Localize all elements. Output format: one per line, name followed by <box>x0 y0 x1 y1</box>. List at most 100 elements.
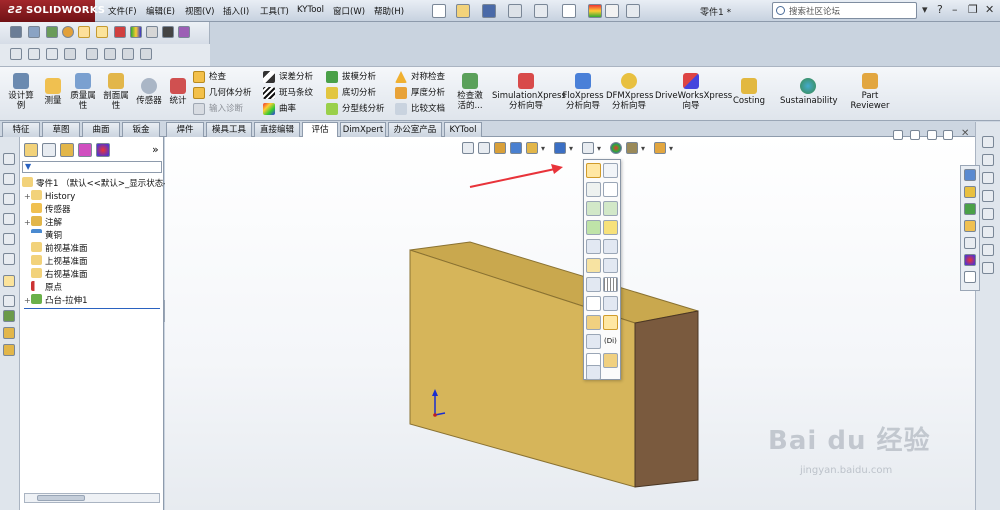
circle-flyout-icon[interactable] <box>603 315 618 330</box>
new-document-icon[interactable] <box>432 4 446 18</box>
tab-evaluate[interactable]: 评估 <box>302 122 338 138</box>
spline-icon[interactable] <box>982 172 994 184</box>
sphere-icon[interactable] <box>62 26 74 38</box>
sketch-relations-icon[interactable] <box>28 26 40 38</box>
relations-icon[interactable] <box>46 26 58 38</box>
solidworks-logo[interactable]: ƧƧ SOLIDWORKS <box>0 0 105 22</box>
print-icon[interactable] <box>508 4 522 18</box>
feature-tree-tab-icon[interactable] <box>24 143 38 157</box>
parting-line-analysis-button[interactable]: 分型线分析 <box>326 103 385 117</box>
di-label[interactable]: (Di) <box>604 337 617 345</box>
expand-icon[interactable]: + <box>24 294 31 307</box>
menu-kytool[interactable]: KYTool <box>297 5 324 15</box>
menu-view[interactable]: 视图(V) <box>185 5 214 17</box>
tree-item-material[interactable]: 黄铜 <box>31 229 62 242</box>
mate-icon[interactable] <box>3 310 15 322</box>
tab-sketch[interactable]: 草图 <box>42 122 80 137</box>
tab-dimxpert[interactable]: DimXpert <box>340 122 386 137</box>
arrow-flyout-icon[interactable] <box>603 239 618 254</box>
part-reviewer-button[interactable]: Part Reviewer <box>848 73 892 111</box>
curve-tool-icon[interactable] <box>982 190 994 202</box>
tab-surfaces[interactable]: 曲面 <box>82 122 120 137</box>
isometric-view-icon[interactable] <box>10 26 22 38</box>
tree-item-boss-extrude[interactable]: + 凸台-拉伸1 <box>24 294 87 307</box>
point-flyout-icon[interactable] <box>586 201 601 216</box>
open-folder-icon[interactable] <box>456 4 470 18</box>
appearance-icon[interactable] <box>3 344 15 356</box>
coordinate-system-flyout-icon[interactable] <box>603 163 618 178</box>
expand-icon[interactable]: + <box>24 190 31 203</box>
tree-item-top-plane[interactable]: 上视基准面 <box>31 255 88 268</box>
ruler-icon[interactable] <box>64 48 76 60</box>
zoom-search-icon[interactable] <box>10 48 22 60</box>
tab-direct-editing[interactable]: 直接编辑 <box>254 122 300 137</box>
document-icon[interactable] <box>122 48 134 60</box>
extrude-boss-icon[interactable] <box>3 153 15 165</box>
property-manager-tab-icon[interactable] <box>42 143 56 157</box>
menu-insert[interactable]: 插入(I) <box>223 5 249 17</box>
mesh-flyout-icon[interactable] <box>603 258 618 273</box>
tab-features[interactable]: 特征 <box>2 122 40 137</box>
design-library-tab-icon[interactable] <box>964 203 976 215</box>
statistics-button[interactable]: 统计 <box>166 78 190 106</box>
color-icon[interactable] <box>114 26 126 38</box>
menu-file[interactable]: 文件(F) <box>108 5 137 17</box>
sustainability-button[interactable]: Sustainability <box>780 78 838 106</box>
tree-item-right-plane[interactable]: 右视基准面 <box>31 268 88 281</box>
thickness-analysis-button[interactable]: 厚度分析 <box>395 87 445 101</box>
tree-item-front-plane[interactable]: 前视基准面 <box>31 242 88 255</box>
display-manager-tab-icon[interactable] <box>96 143 110 157</box>
home-tab-icon[interactable] <box>964 186 976 198</box>
menu-window[interactable]: 窗口(W) <box>333 5 365 17</box>
check-button[interactable]: 检查 <box>193 71 226 85</box>
cylinder-flyout-icon[interactable] <box>586 315 601 330</box>
check-active-document-button[interactable]: 检查激 活的... <box>452 73 488 111</box>
edit-appearance-icon[interactable] <box>96 26 108 38</box>
tab-sheet-metal[interactable]: 钣金 <box>122 122 160 137</box>
search-dropdown-icon[interactable]: ▾ <box>922 3 928 16</box>
sensor-button[interactable]: 传感器 <box>134 78 164 106</box>
restore-button[interactable]: ❐ <box>968 3 978 16</box>
part-side-face[interactable] <box>634 310 699 488</box>
undo-icon[interactable] <box>534 4 548 18</box>
menu-help[interactable]: 帮助(H) <box>374 5 404 17</box>
file-explorer-tab-icon[interactable] <box>964 220 976 232</box>
axis-flyout-icon[interactable] <box>586 182 601 197</box>
list-icon[interactable] <box>28 48 40 60</box>
dfmxpress-button[interactable]: DFMXpress 分析向导 <box>606 73 653 111</box>
tree-root-part[interactable]: 零件1 （默认<<默认>_显示状态- <box>22 177 166 190</box>
display-pane-icon[interactable] <box>162 26 174 38</box>
revolve-icon[interactable] <box>3 173 15 185</box>
tab-mold-tools[interactable]: 模具工具 <box>206 122 252 137</box>
import-diagnostics-button[interactable]: 输入诊断 <box>193 103 243 117</box>
mass-properties-button[interactable]: 质量属 性 <box>66 73 100 111</box>
sketch-tool-icon[interactable] <box>982 136 994 148</box>
fillet-tool-icon[interactable] <box>982 244 994 256</box>
zebra-stripes-button[interactable]: 斑马条纹 <box>263 87 313 101</box>
close-button[interactable]: ✕ <box>985 3 994 16</box>
draft-analysis-button[interactable]: 拔模分析 <box>326 71 376 85</box>
simulationxpress-button[interactable]: SimulationXpress 分析向导 <box>492 73 566 111</box>
custom-properties-tab-icon[interactable] <box>964 271 976 283</box>
configuration-manager-tab-icon[interactable] <box>60 143 74 157</box>
hand-flyout-icon[interactable] <box>586 365 601 380</box>
costing-button[interactable]: Costing <box>730 78 768 106</box>
sketch-line-icon[interactable] <box>3 275 15 287</box>
chamfer-icon[interactable] <box>3 253 15 265</box>
file-properties-icon[interactable] <box>605 4 619 18</box>
tab-weldments[interactable]: 焊件 <box>166 122 204 137</box>
dimxpert-tab-icon[interactable] <box>78 143 92 157</box>
camera-flyout-icon[interactable] <box>603 296 618 311</box>
menu-edit[interactable]: 编辑(E) <box>146 5 175 17</box>
driveworksxpress-button[interactable]: DriveWorksXpress 向导 <box>655 73 732 111</box>
expand-chevron-icon[interactable]: » <box>152 143 159 156</box>
reference-geometry-icon[interactable] <box>3 295 15 307</box>
dimension-flyout-icon[interactable] <box>586 334 601 349</box>
expand-icon[interactable]: + <box>24 216 31 229</box>
arc-icon[interactable] <box>982 154 994 166</box>
tab-kytool[interactable]: KYTool <box>444 122 482 137</box>
compare-documents-button[interactable]: 比较文档 <box>395 103 445 117</box>
bulb-flyout-icon[interactable] <box>586 296 601 311</box>
appearances-tab-icon[interactable] <box>964 254 976 266</box>
help-icon[interactable]: ? <box>937 3 943 16</box>
